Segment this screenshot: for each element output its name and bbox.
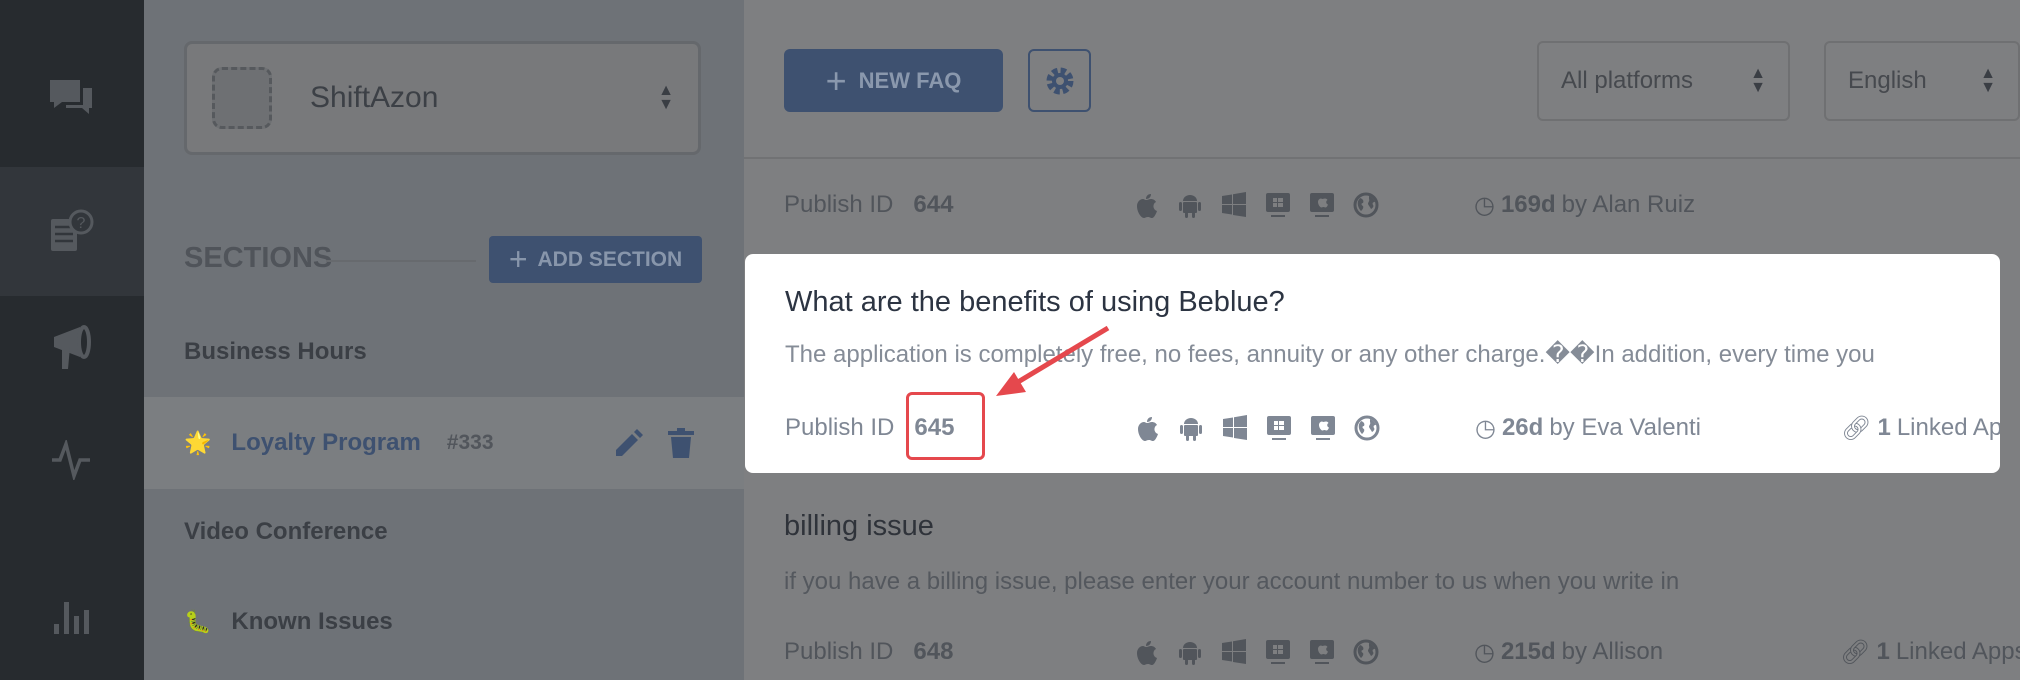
bar-chart-icon <box>54 602 89 634</box>
link-icon: 🔗︎ <box>1840 638 1871 666</box>
android-icon <box>1179 642 1201 665</box>
svg-text:?: ? <box>77 215 86 232</box>
section-name: Loyalty Program <box>231 429 421 456</box>
activity-icon <box>52 440 90 480</box>
nav-announcements[interactable] <box>0 284 144 412</box>
app-logo-placeholder <box>212 67 272 129</box>
nav-activity[interactable] <box>0 396 144 524</box>
faq-age: 215d <box>1500 638 1556 665</box>
star-emoji: 🌟 <box>184 430 212 455</box>
add-section-label: ADD SECTION <box>537 247 683 271</box>
section-item[interactable]: 🌟 Loyalty Program #333 <box>144 397 744 489</box>
faq-icon: ? <box>51 209 94 251</box>
sections-heading: SECTIONS <box>184 242 333 274</box>
windows-icon <box>1222 639 1246 664</box>
platform-icons <box>1132 638 1380 666</box>
faq-title[interactable]: billing issue <box>784 510 934 543</box>
sort-arrows-icon: ▲ ▼ <box>658 82 674 113</box>
app-name: ShiftAzon <box>310 81 439 114</box>
apple-icon <box>1137 641 1157 665</box>
linked-count: 1 <box>1876 638 1890 665</box>
publish-id: 648 <box>913 638 954 665</box>
main-nav: ? <box>0 0 144 680</box>
linked-label: Linked Apps <box>1895 638 2020 665</box>
sections-sidebar: ShiftAzon ▲ ▼ SECTIONS + ADD SECTION Busin… <box>144 0 744 680</box>
section-item[interactable]: Business Hours <box>144 332 744 372</box>
linked-apps[interactable]: 🔗︎1Linked Apps <box>1840 638 2020 667</box>
divider <box>326 260 476 262</box>
section-id: #333 <box>446 431 494 454</box>
section-item[interactable]: Video Conference <box>144 512 744 552</box>
web-globe-icon <box>1353 639 1379 665</box>
publish-id-label: Publish ID <box>784 638 894 665</box>
section-name: Business Hours <box>184 338 367 365</box>
megaphone-icon <box>54 325 91 369</box>
nav-chat[interactable] <box>0 36 144 164</box>
faq-author: by Allison <box>1561 638 1664 665</box>
trash-icon[interactable] <box>668 428 694 458</box>
faq-row[interactable]: billing issue if you have a billing issu… <box>744 474 2020 680</box>
bug-emoji: 🐛 <box>184 609 212 634</box>
faq-description: if you have a billing issue, please ente… <box>784 568 1680 595</box>
section-item[interactable]: 🐛 Known Issues <box>144 602 744 642</box>
app-selector[interactable]: ShiftAzon ▲ ▼ <box>184 41 701 155</box>
windows-desktop-icon <box>1266 640 1290 664</box>
nav-analytics[interactable] <box>0 552 144 680</box>
clock-icon: ◷ <box>1474 638 1495 666</box>
mac-desktop-icon <box>1310 640 1334 664</box>
nav-faq[interactable]: ? <box>0 167 144 296</box>
section-name: Video Conference <box>184 518 388 545</box>
plus-icon: + <box>508 241 528 277</box>
section-name: Known Issues <box>231 608 393 635</box>
edit-pencil-icon[interactable] <box>614 428 644 458</box>
add-section-button[interactable]: + ADD SECTION <box>489 236 702 283</box>
chat-icon <box>50 80 92 114</box>
faq-main: + NEW FAQ All platforms ▲ ▼ English ▲ ▼ Publi… <box>744 0 2020 680</box>
